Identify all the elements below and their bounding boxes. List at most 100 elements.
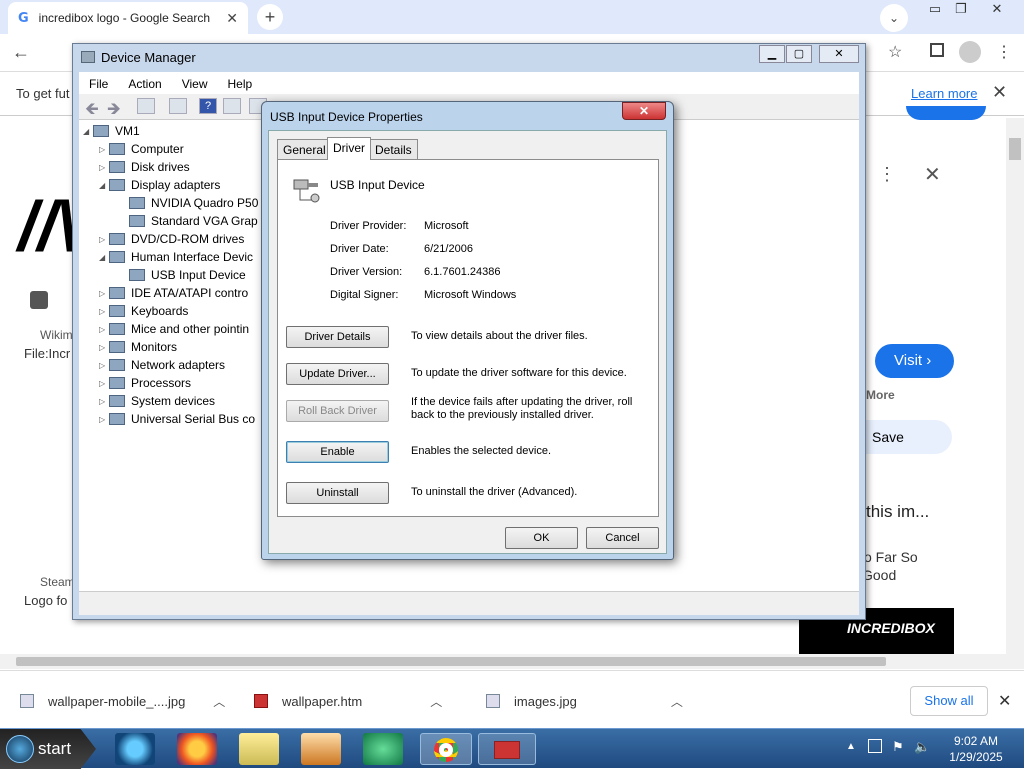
device-category[interactable]: ▷ DVD/CD-ROM drives — [83, 230, 263, 248]
expand-toggle-icon[interactable]: ▷ — [99, 379, 109, 388]
device-category[interactable]: ▷ IDE ATA/ATAPI contro — [83, 284, 263, 302]
menu-view[interactable]: View — [172, 72, 218, 94]
list-icon[interactable] — [169, 98, 187, 114]
media-player-icon[interactable] — [301, 733, 341, 765]
show-hidden-icons[interactable]: ▲ — [846, 741, 856, 752]
logo-thumbnail[interactable]: //\ — [18, 186, 78, 276]
download-item[interactable]: wallpaper.htm ︿ — [254, 689, 442, 713]
action-description: If the device fails after updating the d… — [411, 396, 633, 421]
taskbar: start ▲ ⚑ 🔈 9:02 AM 1/29/2025 — [0, 728, 1024, 769]
tab-driver[interactable]: Driver — [327, 137, 371, 160]
profile-avatar-icon[interactable] — [959, 41, 981, 63]
new-tab-button[interactable]: + — [257, 4, 283, 30]
browser-tab[interactable]: G incredibox logo - Google Search ✕ — [8, 2, 248, 34]
restore-button[interactable]: ❐ — [946, 0, 976, 20]
dm-minimize-button[interactable]: ▁ — [759, 45, 785, 63]
driver-details-button[interactable]: Driver Details — [286, 326, 389, 348]
device-category[interactable]: ▷ Keyboards — [83, 302, 263, 320]
help-icon[interactable]: ? — [199, 98, 217, 114]
chevron-up-icon[interactable]: ︿ — [430, 693, 442, 710]
tab-general[interactable]: General — [277, 139, 332, 159]
dm-close-button[interactable]: ✕ — [819, 45, 859, 63]
uninstall-button[interactable]: Uninstall — [286, 482, 389, 504]
device-category[interactable]: ▷ System devices — [83, 392, 263, 410]
flag-icon[interactable]: ⚑ — [892, 739, 904, 755]
more-options-icon[interactable]: ⋮ — [878, 164, 896, 185]
chevron-up-icon[interactable]: ︿ — [671, 693, 683, 710]
chrome-taskbar-button[interactable] — [420, 733, 472, 765]
app-icon[interactable] — [363, 733, 403, 765]
expand-toggle-icon[interactable]: ▷ — [99, 235, 109, 244]
menu-action[interactable]: Action — [118, 72, 171, 94]
update-driver-button[interactable]: Update Driver... — [286, 363, 389, 385]
internet-explorer-icon[interactable] — [115, 733, 155, 765]
expand-toggle-icon[interactable]: ▷ — [99, 163, 109, 172]
blue-button-fragment[interactable] — [906, 106, 986, 120]
expand-toggle-icon[interactable]: ▷ — [99, 343, 109, 352]
expand-toggle-icon[interactable]: ▷ — [99, 145, 109, 154]
download-filename: images.jpg — [514, 693, 577, 709]
learn-more-link[interactable]: Learn more — [911, 86, 977, 101]
dm-maximize-button[interactable]: ▢ — [786, 45, 812, 63]
back-icon[interactable]: ← — [12, 42, 30, 63]
tree-root[interactable]: ◢ VM1 — [83, 122, 263, 140]
tab-details[interactable]: Details — [369, 139, 418, 159]
expand-toggle-icon[interactable]: ▷ — [99, 289, 109, 298]
device-item[interactable]: NVIDIA Quadro P50 — [83, 194, 263, 212]
vertical-scrollbar[interactable] — [1006, 118, 1024, 654]
close-downloads-icon[interactable]: ✕ — [998, 691, 1011, 711]
device-category[interactable]: ▷ Network adapters — [83, 356, 263, 374]
expand-toggle-icon[interactable]: ◢ — [99, 253, 109, 262]
close-tab-icon[interactable]: ✕ — [226, 10, 238, 27]
expand-toggle-icon[interactable]: ▷ — [99, 307, 109, 316]
device-label: Processors — [131, 376, 192, 390]
vertical-scroll-thumb[interactable] — [1009, 138, 1021, 160]
bookmark-star-icon[interactable]: ☆ — [888, 42, 902, 62]
device-item[interactable]: USB Input Device — [83, 266, 263, 284]
device-category[interactable]: ◢ Display adapters — [83, 176, 263, 194]
device-manager-taskbar-button[interactable] — [478, 733, 536, 765]
expand-toggle-icon[interactable]: ◢ — [83, 127, 93, 136]
save-button[interactable]: Save — [860, 420, 952, 454]
file-explorer-icon[interactable] — [239, 733, 279, 765]
device-category[interactable]: ▷ Disk drives — [83, 158, 263, 176]
device-category[interactable]: ▷ Computer — [83, 140, 263, 158]
expand-toggle-icon[interactable]: ◢ — [99, 181, 109, 190]
chevron-up-icon[interactable]: ︿ — [213, 693, 225, 710]
close-window-button[interactable]: ✕ — [982, 0, 1012, 20]
device-category[interactable]: ▷ Monitors — [83, 338, 263, 356]
tab-search-button[interactable]: ⌄ — [880, 4, 908, 32]
roll-back-driver-button[interactable]: Roll Back Driver — [286, 400, 389, 422]
device-category[interactable]: ▷ Mice and other pointin — [83, 320, 263, 338]
expand-toggle-icon[interactable]: ▷ — [99, 361, 109, 370]
enable-button[interactable]: Enable — [286, 441, 389, 463]
firefox-icon[interactable] — [177, 733, 217, 765]
close-preview-icon[interactable]: ✕ — [924, 162, 941, 187]
expand-toggle-icon[interactable]: ▷ — [99, 325, 109, 334]
close-infobar-icon[interactable]: ✕ — [992, 82, 1007, 103]
device-category[interactable]: ▷ Universal Serial Bus co — [83, 410, 263, 428]
dialog-close-button[interactable]: ✕ — [622, 102, 666, 120]
download-item[interactable]: images.jpg ︿ — [486, 689, 683, 713]
device-item[interactable]: Standard VGA Grap — [83, 212, 263, 230]
menu-file[interactable]: File — [79, 72, 118, 94]
network-icon[interactable] — [868, 739, 882, 753]
menu-help[interactable]: Help — [218, 72, 263, 94]
properties-icon[interactable] — [137, 98, 155, 114]
more-link[interactable]: More — [866, 388, 895, 402]
device-category[interactable]: ▷ Processors — [83, 374, 263, 392]
visit-button[interactable]: Visit › — [875, 344, 954, 378]
device-category[interactable]: ◢ Human Interface Devic — [83, 248, 263, 266]
ok-button[interactable]: OK — [505, 527, 578, 549]
sidepanel-icon[interactable] — [930, 43, 944, 57]
expand-toggle-icon[interactable]: ▷ — [99, 397, 109, 406]
volume-muted-icon[interactable]: 🔈 — [914, 739, 930, 755]
view-icon[interactable] — [223, 98, 241, 114]
horizontal-scroll-thumb[interactable] — [16, 657, 886, 666]
expand-toggle-icon[interactable]: ▷ — [99, 415, 109, 424]
menu-kebab-icon[interactable]: ⋮ — [996, 42, 1012, 62]
show-all-button[interactable]: Show all — [910, 686, 988, 716]
download-item[interactable]: wallpaper-mobile_....jpg ︿ — [20, 689, 225, 713]
cancel-button[interactable]: Cancel — [586, 527, 659, 549]
system-clock[interactable]: 9:02 AM 1/29/2025 — [934, 733, 1018, 765]
